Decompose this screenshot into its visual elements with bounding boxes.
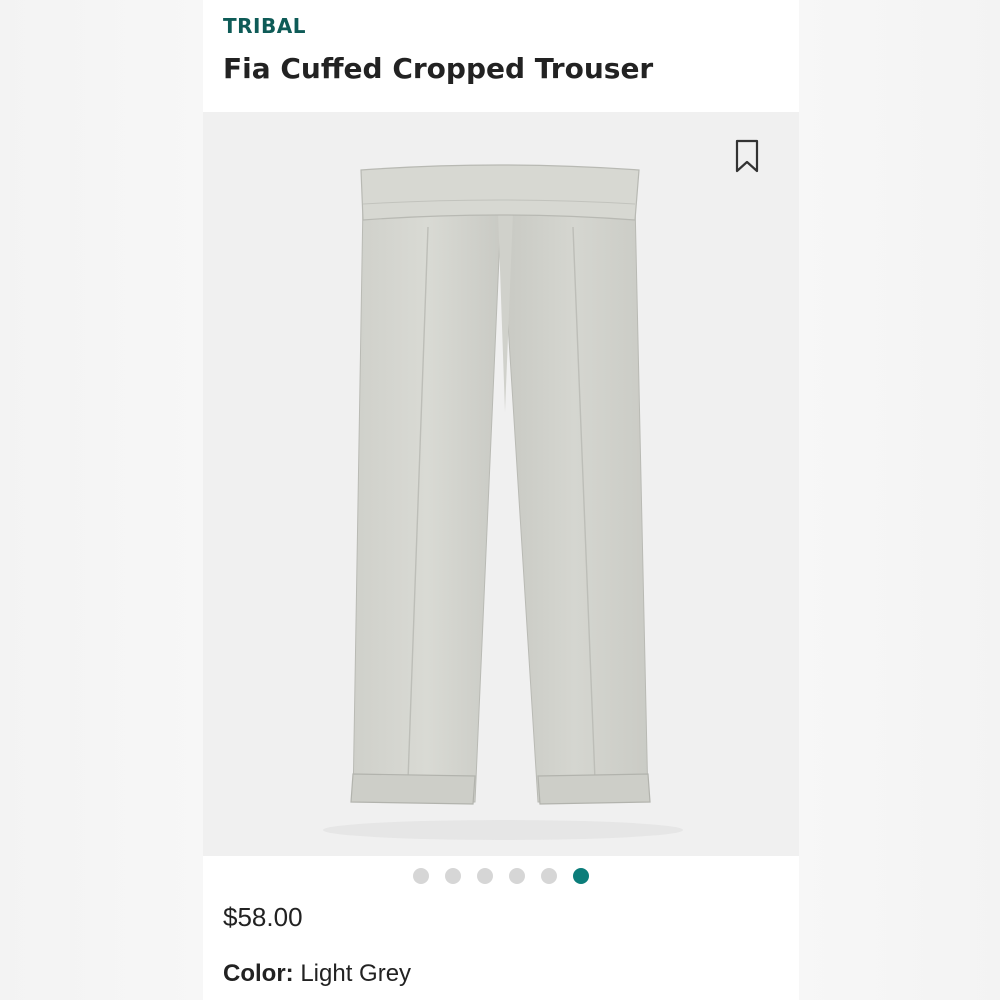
product-title: Fia Cuffed Cropped Trouser bbox=[223, 52, 654, 85]
color-value: Light Grey bbox=[300, 960, 412, 987]
carousel-dot-1[interactable] bbox=[413, 868, 429, 884]
bookmark-button[interactable] bbox=[733, 138, 763, 178]
page-background: TRIBAL Fia Cuffed Cropped Trouser $58.00… bbox=[0, 0, 1000, 1000]
product-price: $58.00 bbox=[223, 902, 303, 932]
color-info: Color: Light Grey bbox=[223, 960, 411, 988]
carousel-dot-4[interactable] bbox=[509, 868, 525, 884]
product-card: TRIBAL Fia Cuffed Cropped Trouser $58.00… bbox=[203, 0, 799, 1000]
carousel-dot-3[interactable] bbox=[477, 868, 493, 884]
color-label: Color: bbox=[223, 960, 294, 987]
carousel-dot-6[interactable] bbox=[573, 868, 589, 884]
carousel-dot-5[interactable] bbox=[541, 868, 557, 884]
carousel-dot-2[interactable] bbox=[445, 868, 461, 884]
bookmark-icon bbox=[735, 139, 759, 173]
product-image-carousel[interactable] bbox=[203, 112, 799, 856]
carousel-pagination bbox=[203, 868, 799, 888]
product-image bbox=[323, 164, 683, 840]
brand-name[interactable]: TRIBAL bbox=[223, 14, 306, 38]
